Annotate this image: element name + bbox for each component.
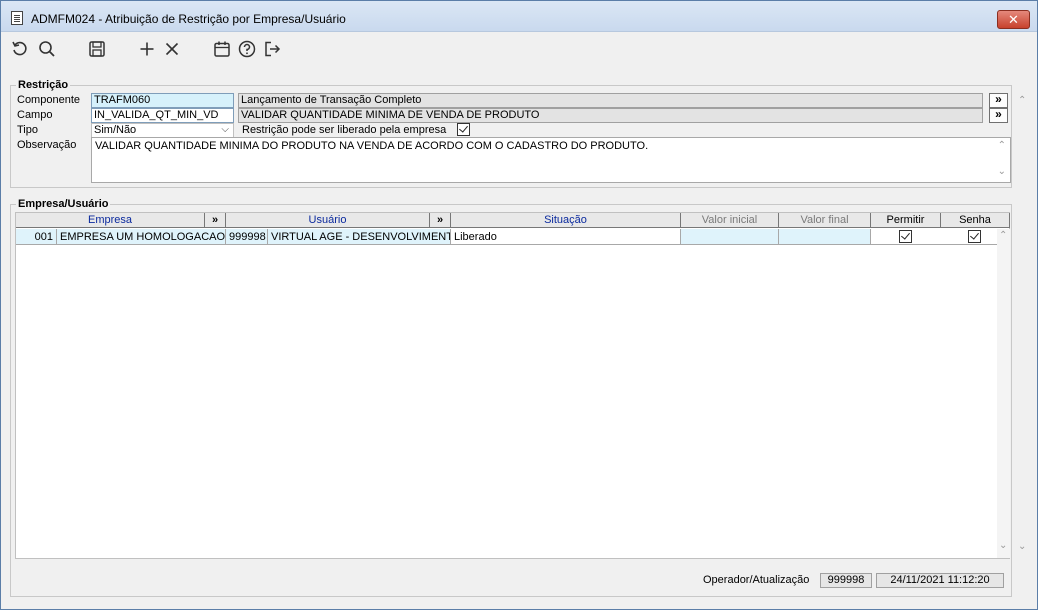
tipo-select-value: Sim/Não: [94, 124, 137, 136]
close-button[interactable]: ✕: [997, 10, 1030, 29]
grid-scroll-up-icon[interactable]: ⌃: [999, 230, 1007, 241]
liberado-checkbox[interactable]: [457, 123, 470, 136]
table-row-valor-final[interactable]: [779, 229, 871, 245]
table-row-situacao[interactable]: Liberado: [451, 229, 681, 245]
restricao-group-label: Restrição: [16, 79, 71, 91]
grid-scroll-down-icon[interactable]: ⌄: [999, 540, 1007, 551]
table-row-empresa-code[interactable]: 001: [16, 229, 57, 245]
campo-description: VALIDAR QUANTIDADE MINIMA DE VENDA DE PR…: [238, 108, 983, 123]
componente-label: Componente: [17, 94, 80, 106]
observacao-textarea[interactable]: VALIDAR QUANTIDADE MINIMA DO PRODUTO NA …: [91, 137, 1011, 183]
campo-label: Campo: [17, 109, 53, 121]
scroll-down-icon[interactable]: ⌄: [998, 166, 1006, 177]
column-header-situacao[interactable]: Situação: [451, 213, 681, 228]
calendar-icon[interactable]: [212, 39, 232, 59]
table-row-permitir: [871, 229, 941, 245]
delete-icon[interactable]: [162, 39, 182, 59]
check-icon: [901, 230, 910, 240]
componente-lookup-button[interactable]: »: [989, 93, 1008, 108]
componente-input[interactable]: TRAFM060: [91, 93, 234, 108]
check-icon: [459, 123, 468, 133]
column-header-empresa[interactable]: Empresa: [16, 213, 205, 228]
operador-field: 999998: [820, 573, 872, 588]
column-header-valor-final[interactable]: Valor final: [779, 213, 871, 228]
table-row-valor-inicial[interactable]: [681, 229, 779, 245]
refresh-icon[interactable]: [10, 39, 30, 59]
column-header-permitir[interactable]: Permitir: [871, 213, 941, 228]
search-icon[interactable]: [37, 39, 57, 59]
observacao-label: Observação: [17, 139, 77, 151]
tipo-select[interactable]: Sim/Não ⌵: [91, 123, 234, 138]
empresa-lookup-button[interactable]: »: [205, 213, 226, 228]
chevron-down-icon: ⌵: [221, 124, 229, 135]
exit-icon[interactable]: [262, 39, 282, 59]
scroll-up-icon[interactable]: ⌃: [998, 140, 1006, 151]
help-icon[interactable]: [237, 39, 257, 59]
campo-lookup-button[interactable]: »: [989, 108, 1008, 123]
add-icon[interactable]: [137, 39, 157, 59]
column-header-usuario[interactable]: Usuário: [226, 213, 430, 228]
main-window: ADMFM024 - Atribuição de Restrição por E…: [0, 0, 1038, 610]
empresa-usuario-grid: Empresa » Usuário » Situação Valor inici…: [15, 212, 1010, 559]
table-row-usuario-code[interactable]: 999998: [226, 229, 268, 245]
table-row-senha: [941, 229, 997, 245]
window-scroll-up-icon[interactable]: ⌃: [1018, 95, 1026, 106]
grid-scrollbar[interactable]: ⌃ ⌄: [997, 229, 1010, 558]
componente-description: Lançamento de Transação Completo: [238, 93, 983, 108]
toolbar: [1, 33, 1037, 67]
senha-checkbox[interactable]: [968, 230, 981, 243]
column-header-senha[interactable]: Senha: [941, 213, 1010, 228]
observacao-text: VALIDAR QUANTIDADE MINIMA DO PRODUTO NA …: [95, 140, 649, 152]
campo-input[interactable]: IN_VALIDA_QT_MIN_VD: [91, 108, 234, 123]
tipo-label: Tipo: [17, 124, 38, 136]
liberado-label: Restrição pode ser liberado pela empresa: [242, 124, 447, 136]
permitir-checkbox[interactable]: [899, 230, 912, 243]
empresa-usuario-group-label: Empresa/Usuário: [16, 198, 111, 210]
save-icon[interactable]: [87, 39, 107, 59]
column-header-valor-inicial[interactable]: Valor inicial: [681, 213, 779, 228]
window-title: ADMFM024 - Atribuição de Restrição por E…: [31, 12, 346, 26]
operador-atualizacao-label: Operador/Atualização: [703, 574, 810, 586]
table-row-usuario-name[interactable]: VIRTUAL AGE - DESENVOLVIMENTO: [268, 229, 451, 245]
window-scroll-down-icon[interactable]: ⌄: [1018, 541, 1026, 552]
check-icon: [970, 230, 979, 240]
usuario-lookup-button[interactable]: »: [430, 213, 451, 228]
table-row-empresa-name[interactable]: EMPRESA UM HOMOLOGACAO: [57, 229, 226, 245]
title-bar: ADMFM024 - Atribuição de Restrição por E…: [1, 1, 1037, 32]
document-icon: [11, 11, 23, 25]
atualizacao-datetime-field: 24/11/2021 11:12:20: [876, 573, 1004, 588]
